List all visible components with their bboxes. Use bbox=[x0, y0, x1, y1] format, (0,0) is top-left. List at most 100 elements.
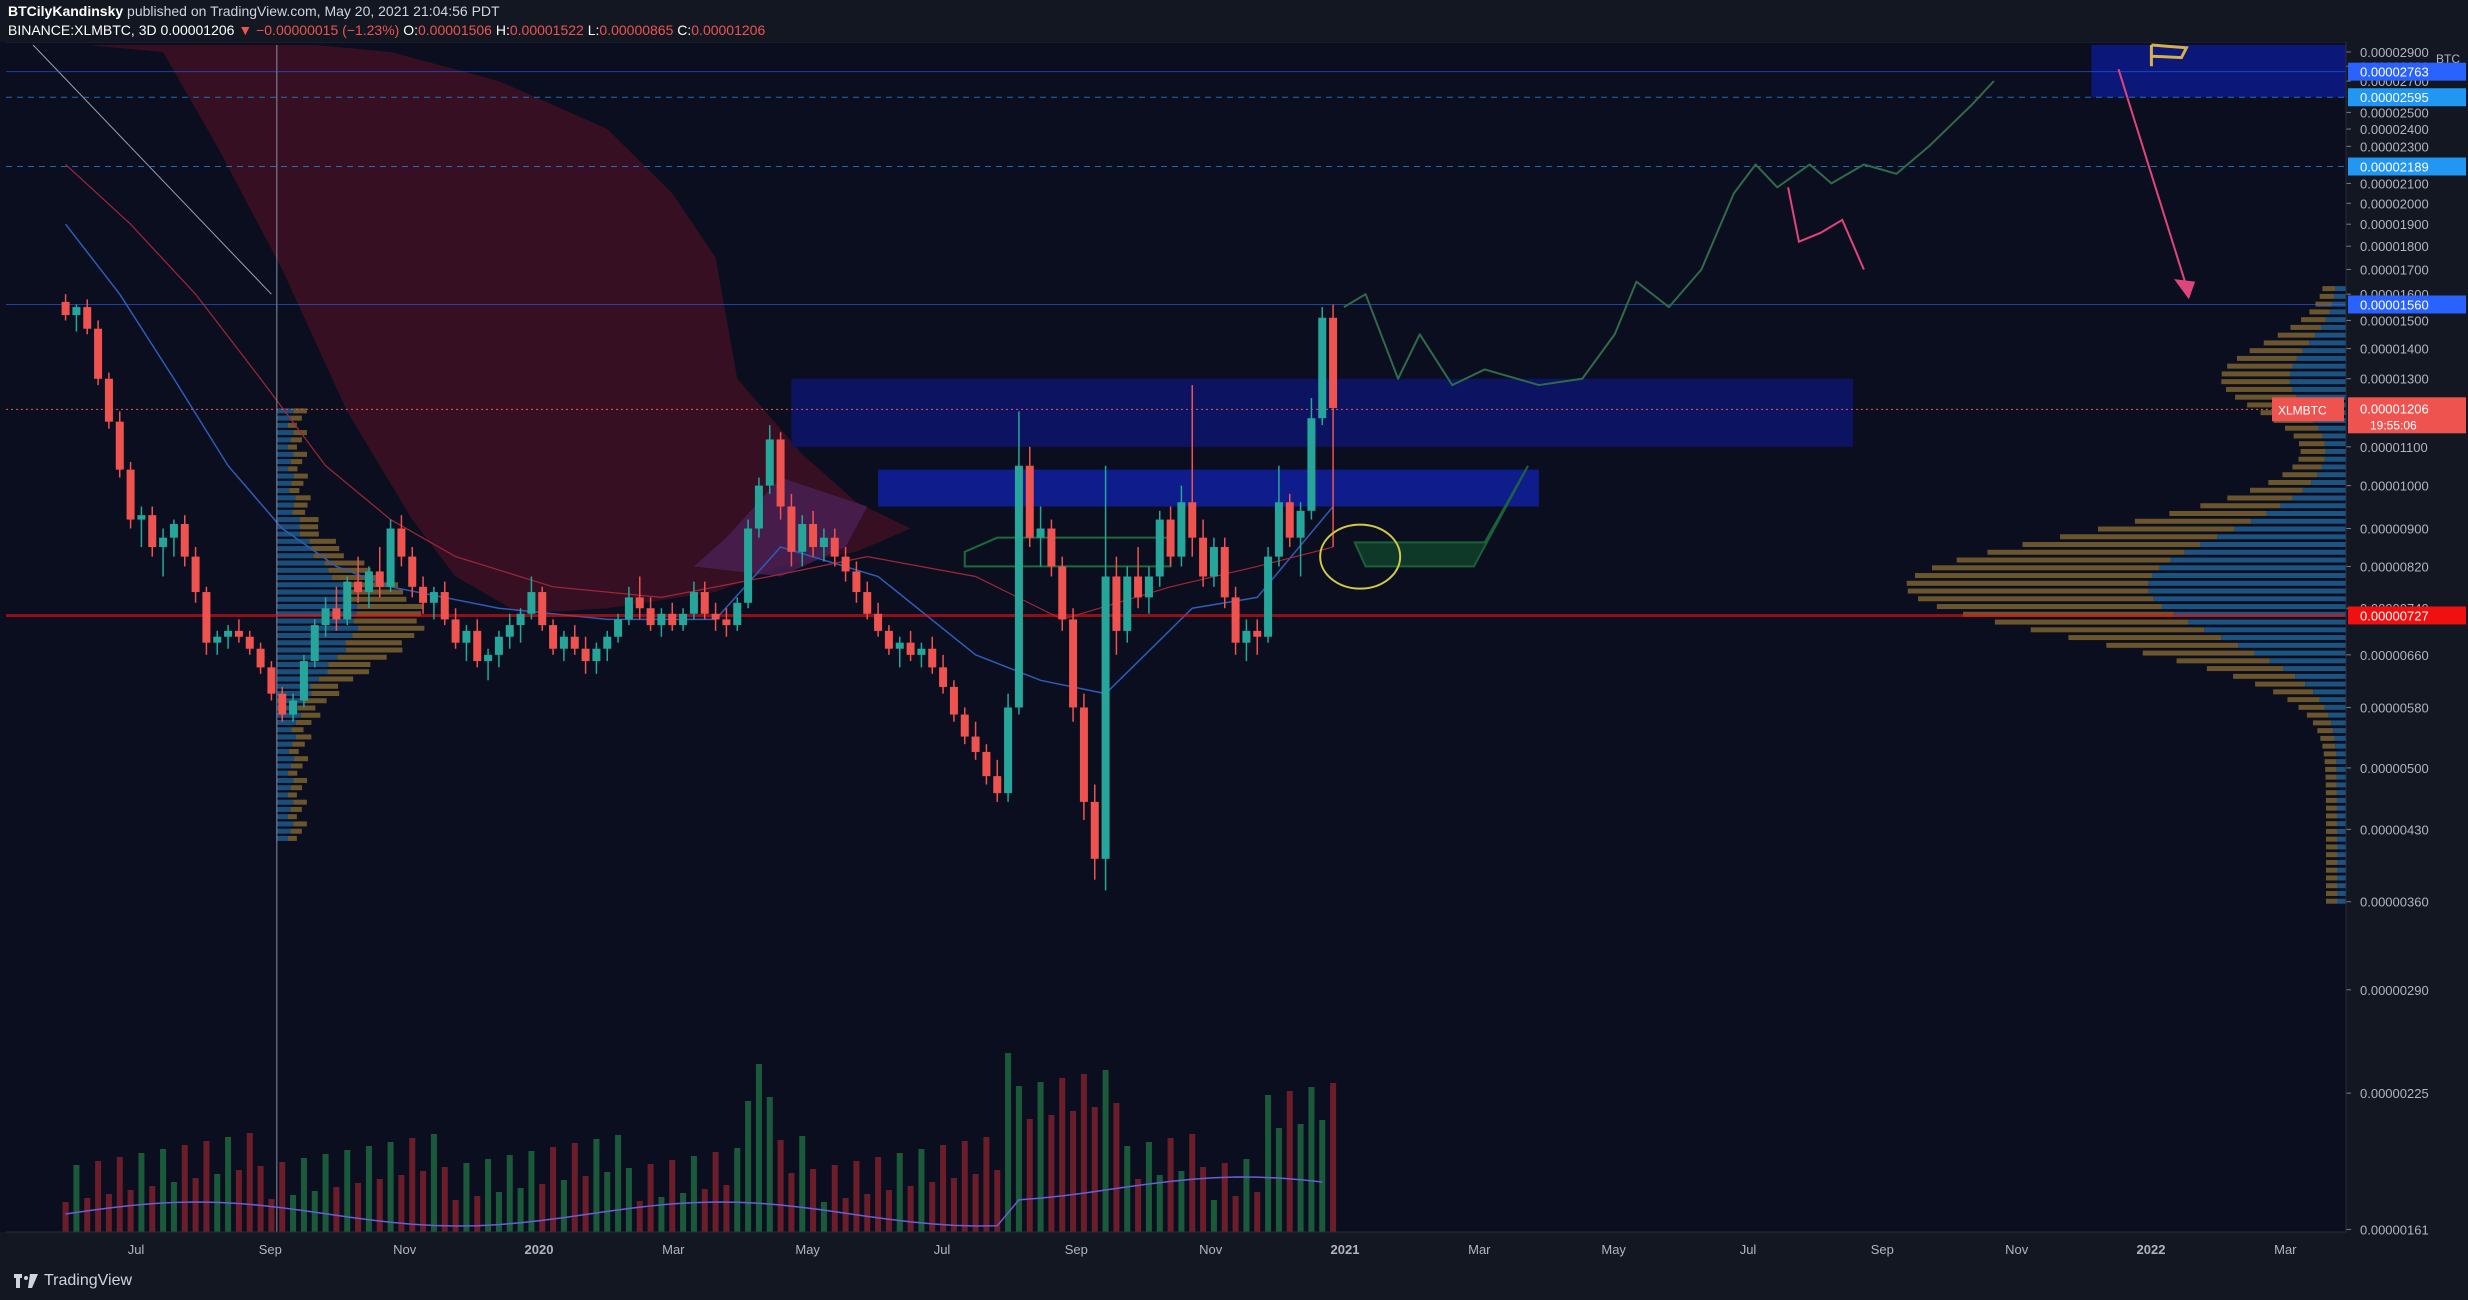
vp-bar-blue bbox=[276, 466, 289, 472]
time-axis-panel bbox=[0, 1232, 2346, 1262]
tradingview-logo[interactable]: TradingView bbox=[14, 1272, 132, 1290]
price-chart[interactable]: 0.000029000.000028000.000027000.00002500… bbox=[0, 42, 2468, 1262]
vp-right-blue bbox=[2336, 828, 2346, 834]
vp-right-tan bbox=[2293, 433, 2323, 439]
candle-body bbox=[364, 571, 373, 593]
vp-right-blue bbox=[2161, 604, 2346, 610]
vp-right-blue bbox=[2320, 324, 2346, 330]
last-price: 0.00001206 bbox=[160, 22, 235, 38]
vp-right-tan bbox=[2030, 627, 2205, 633]
volume-bar bbox=[1080, 1074, 1087, 1232]
vp-right-tan bbox=[2250, 487, 2303, 493]
candle-body bbox=[462, 630, 471, 643]
candle-body bbox=[180, 524, 189, 557]
candle-body bbox=[1090, 801, 1099, 859]
vp-right-blue bbox=[2250, 518, 2346, 524]
vp-bar-tan bbox=[290, 785, 302, 791]
candle-body bbox=[928, 648, 937, 668]
candle-body bbox=[614, 619, 623, 637]
publish-header: BTCilyKandinsky published on TradingView… bbox=[0, 0, 2468, 42]
volume-bar bbox=[604, 1172, 611, 1232]
y-tick-label: 0.00000360 bbox=[2360, 895, 2429, 910]
vp-right-tan bbox=[2282, 472, 2318, 478]
candle-body bbox=[754, 485, 763, 529]
volume-bar bbox=[950, 1178, 957, 1232]
vp-right-blue bbox=[2283, 666, 2346, 672]
candle-body bbox=[310, 625, 319, 662]
vp-right-blue bbox=[2204, 627, 2346, 633]
candle-body bbox=[343, 581, 352, 620]
volume-bar bbox=[745, 1101, 752, 1232]
vp-right-blue bbox=[2305, 681, 2346, 687]
vp-right-blue bbox=[2337, 883, 2346, 889]
candle-body bbox=[1155, 519, 1164, 577]
candle-body bbox=[494, 636, 503, 655]
footer-bar: TradingView bbox=[0, 1262, 2468, 1300]
volume-bar bbox=[1330, 1083, 1337, 1232]
candle-body bbox=[419, 586, 428, 603]
x-tick-label: Mar bbox=[2274, 1242, 2297, 1257]
volume-bar bbox=[170, 1182, 177, 1232]
vp-right-blue bbox=[2336, 821, 2346, 827]
vp-right-tan bbox=[2263, 340, 2309, 346]
candle-body bbox=[234, 630, 243, 637]
symbol-label[interactable]: BINANCE:XLMBTC, 3D bbox=[8, 22, 157, 38]
vp-right-blue bbox=[2319, 697, 2346, 703]
vp-right-tan bbox=[2325, 797, 2337, 803]
y-tick-label: 0.00000290 bbox=[2360, 983, 2429, 998]
ohlc-l-label: L: bbox=[587, 22, 600, 38]
price-change: ▼ −0.00000015 (−1.23%) bbox=[238, 22, 400, 38]
y-tick-label: 0.00001100 bbox=[2360, 440, 2428, 455]
candle-body bbox=[1004, 707, 1013, 794]
vp-right-blue bbox=[2302, 487, 2346, 493]
volume-bar bbox=[355, 1183, 362, 1232]
x-tick-label: May bbox=[1601, 1242, 1626, 1257]
vp-right-blue bbox=[2153, 596, 2346, 602]
vp-right-blue bbox=[2280, 503, 2346, 509]
vp-right-blue bbox=[2336, 813, 2346, 819]
x-tick-label: Mar bbox=[1468, 1242, 1491, 1257]
ohlc-high: 0.00001522 bbox=[509, 22, 584, 38]
vp-bar-tan bbox=[293, 799, 307, 805]
candle-body bbox=[819, 537, 828, 548]
candle-body bbox=[1177, 502, 1186, 557]
candle-body bbox=[809, 524, 818, 548]
vp-right-blue bbox=[2335, 286, 2346, 292]
vp-right-tan bbox=[1906, 580, 2149, 586]
y-tick-label: 0.00000225 bbox=[2360, 1086, 2429, 1101]
author-name[interactable]: BTCilyKandinsky bbox=[8, 3, 123, 19]
candle-body bbox=[1134, 576, 1143, 598]
ohlc-low: 0.00000865 bbox=[599, 22, 674, 38]
vp-right-blue bbox=[2336, 766, 2346, 772]
candle-body bbox=[202, 592, 211, 643]
volume-bar bbox=[820, 1202, 827, 1232]
candle-body bbox=[527, 592, 536, 614]
candle-body bbox=[1242, 630, 1251, 643]
volume-bar bbox=[571, 1143, 578, 1232]
vp-right-tan bbox=[2227, 495, 2293, 501]
volume-bar bbox=[1297, 1124, 1304, 1232]
vp-bar-blue bbox=[276, 785, 291, 791]
candle-body bbox=[1036, 528, 1045, 538]
vp-right-blue bbox=[2336, 852, 2346, 858]
vp-bar-tan bbox=[327, 669, 370, 675]
vp-right-tan bbox=[2200, 503, 2281, 509]
vp-right-tan bbox=[2323, 751, 2336, 757]
candle-body bbox=[798, 524, 807, 552]
vp-bar-blue bbox=[276, 567, 329, 573]
candle-body bbox=[993, 776, 1002, 794]
candle-body bbox=[267, 667, 276, 694]
vp-right-blue bbox=[2331, 720, 2346, 726]
vp-right-blue bbox=[2336, 774, 2346, 780]
candle-body bbox=[1188, 502, 1197, 538]
vp-right-tan bbox=[2249, 348, 2303, 354]
candle-body bbox=[581, 648, 590, 662]
vp-right-blue bbox=[2148, 588, 2346, 594]
vp-right-blue bbox=[2325, 448, 2346, 454]
volume-bar bbox=[203, 1141, 210, 1232]
vp-bar-blue bbox=[276, 560, 325, 566]
volume-bar bbox=[300, 1158, 307, 1232]
volume-bar bbox=[680, 1193, 687, 1232]
candle-body bbox=[635, 597, 644, 609]
vp-right-tan bbox=[2322, 286, 2336, 292]
